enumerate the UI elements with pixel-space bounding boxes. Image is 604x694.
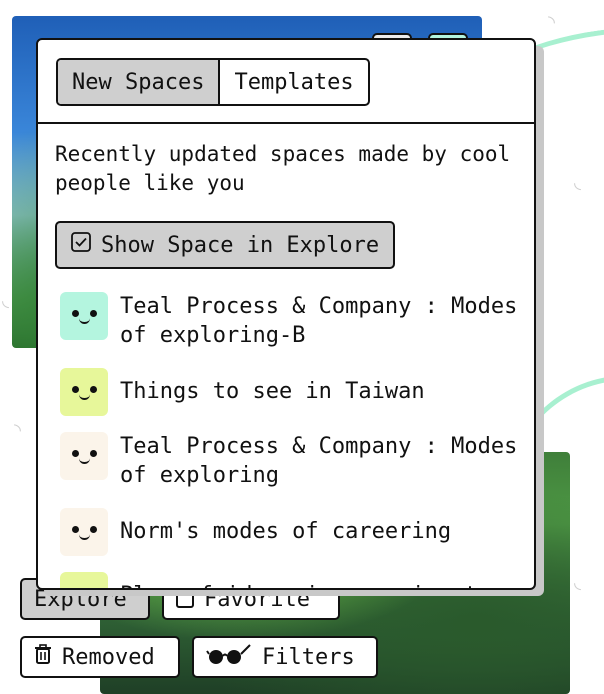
canvas-dot: ◝ bbox=[14, 420, 21, 441]
list-item[interactable]: Play of ideas in experiment bbox=[60, 572, 520, 588]
show-space-in-explore-button[interactable]: Show Space in Explore bbox=[55, 221, 396, 269]
space-name: Things to see in Taiwan bbox=[120, 379, 425, 404]
popover-description: Recently updated spaces made by cool peo… bbox=[55, 142, 511, 195]
show-space-in-explore-label: Show Space in Explore bbox=[101, 232, 380, 258]
tab-templates[interactable]: Templates bbox=[220, 60, 367, 104]
space-name: Teal Process & Company : Modes of explor… bbox=[120, 434, 518, 488]
explore-popover: New Spaces Templates Recently updated sp… bbox=[36, 38, 536, 590]
removed-button[interactable]: Removed bbox=[20, 636, 180, 678]
avatar-face-icon bbox=[60, 432, 108, 480]
space-name: Play of ideas in experiment bbox=[120, 581, 520, 588]
canvas-dot: ◝ bbox=[548, 12, 555, 33]
canvas-dot: ◟ bbox=[574, 172, 581, 193]
trash-icon bbox=[34, 644, 52, 670]
list-item[interactable]: Things to see in Taiwan bbox=[60, 368, 520, 416]
glasses-icon bbox=[206, 642, 252, 672]
space-name: Norm's modes of careering bbox=[120, 519, 452, 544]
popover-divider bbox=[38, 122, 534, 124]
avatar-face-icon bbox=[60, 508, 108, 556]
space-name: Teal Process & Company : Modes of explor… bbox=[120, 294, 518, 348]
list-item[interactable]: Norm's modes of careering bbox=[60, 508, 520, 556]
list-item[interactable]: Teal Process & Company : Modes of explor… bbox=[60, 292, 520, 350]
avatar-face-icon bbox=[60, 292, 108, 340]
filters-button[interactable]: Filters bbox=[192, 636, 378, 678]
avatar-face-icon bbox=[60, 572, 108, 588]
avatar-face-icon bbox=[60, 368, 108, 416]
list-item[interactable]: Teal Process & Company : Modes of explor… bbox=[60, 432, 520, 490]
canvas-dot: ◟ bbox=[2, 290, 9, 311]
canvas-dot: ◟ bbox=[574, 572, 581, 593]
tab-new-spaces[interactable]: New Spaces bbox=[58, 60, 221, 104]
filters-label: Filters bbox=[262, 644, 355, 670]
removed-label: Removed bbox=[62, 644, 155, 670]
popover-tabs: New Spaces Templates bbox=[56, 58, 370, 106]
checkbox-checked-icon bbox=[71, 232, 91, 258]
